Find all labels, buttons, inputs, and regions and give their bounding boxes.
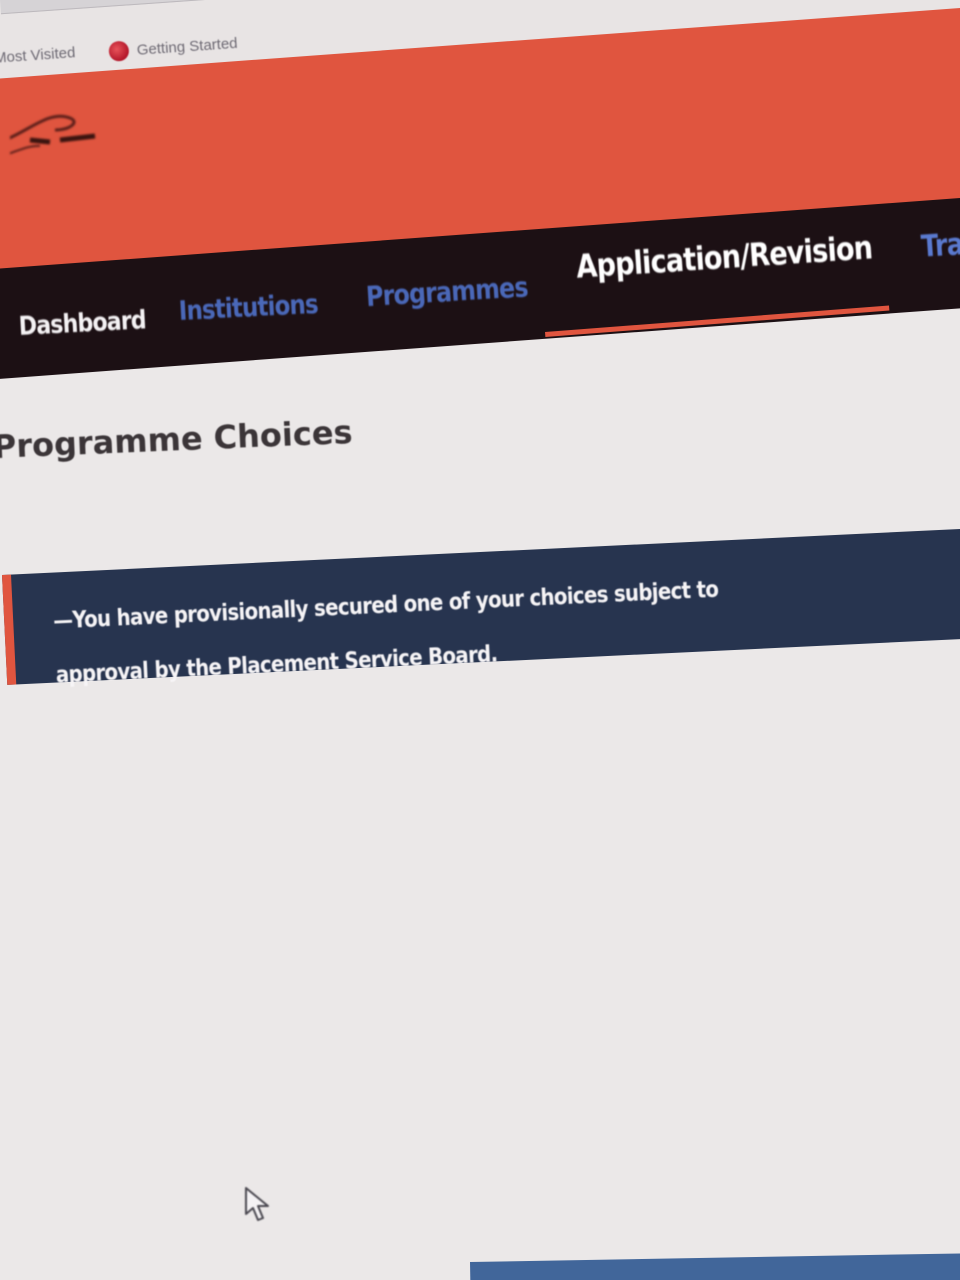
screen: Most Visited Getting Started Dashboard I… [0, 0, 960, 1280]
firefox-icon [108, 40, 130, 62]
page-title: Programme Choices [0, 412, 354, 466]
site-logo[interactable] [10, 100, 100, 160]
bookmark-most-visited[interactable]: Most Visited [0, 44, 76, 67]
status-alert: —You have provisionally secured one of y… [2, 527, 960, 689]
bookmark-getting-started[interactable]: Getting Started [108, 33, 238, 62]
alert-message: —You have provisionally secured one of y… [52, 576, 719, 689]
bookmark-label: Getting Started [136, 34, 239, 59]
mouse-cursor-icon [245, 1187, 269, 1221]
bookmark-label: Most Visited [0, 44, 76, 67]
bottom-action-button[interactable] [470, 1252, 960, 1280]
address-bar[interactable] [0, 0, 960, 15]
nav-tra[interactable]: Tra [920, 227, 960, 265]
